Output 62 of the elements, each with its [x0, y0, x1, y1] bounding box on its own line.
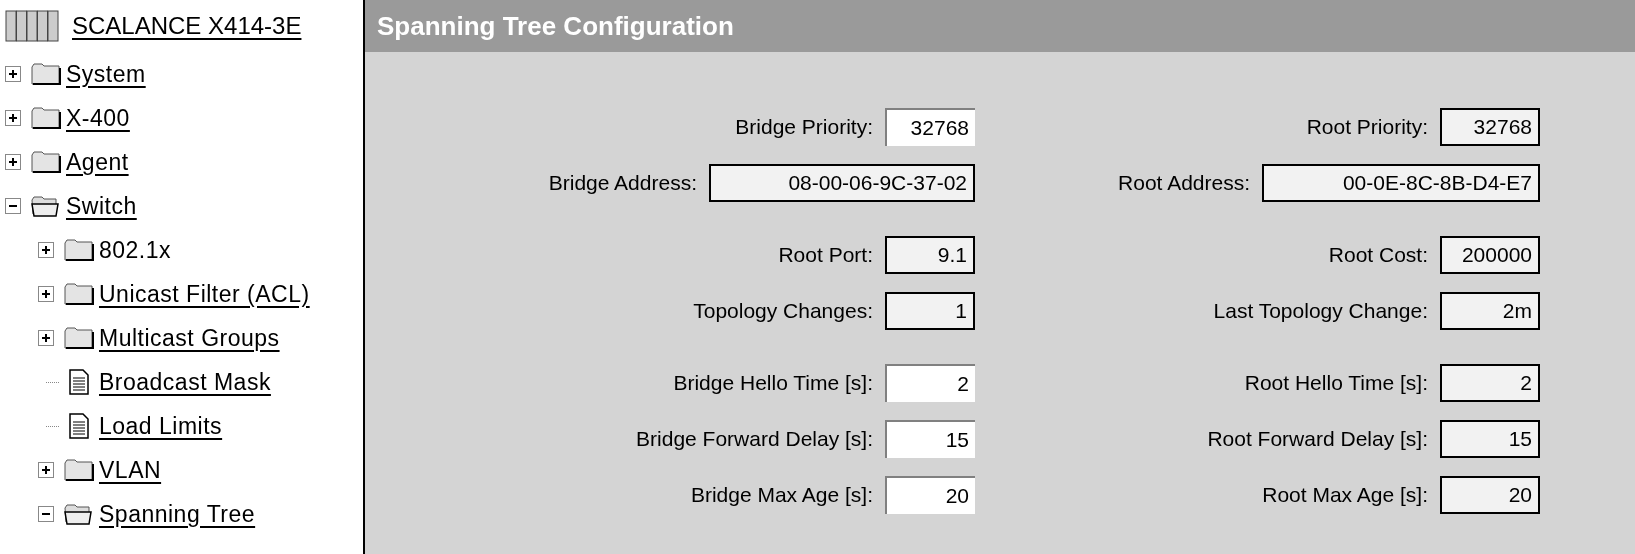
collapse-icon[interactable] [4, 197, 22, 215]
tree-link[interactable]: Spanning Tree [99, 496, 256, 532]
input-field[interactable]: 20 [885, 476, 975, 514]
document-icon [67, 369, 91, 395]
open-folder-icon [63, 502, 95, 526]
expand-icon[interactable] [37, 461, 55, 479]
document-icon [67, 413, 91, 439]
folder-icon [63, 238, 95, 262]
expand-icon[interactable] [37, 285, 55, 303]
folder-icon [30, 62, 62, 86]
input-field[interactable]: 2 [885, 364, 975, 402]
tree-link[interactable]: Agent [66, 144, 129, 180]
page-header: Spanning Tree Configuration [365, 0, 1635, 52]
tree-link[interactable]: Switch [66, 188, 137, 224]
tree-link[interactable]: Load Limits [99, 408, 223, 444]
field-label: Bridge Max Age [s]: [690, 482, 873, 509]
field-label: Root Cost: [1328, 242, 1428, 269]
folder-icon [30, 106, 62, 130]
field-label: Root Port: [778, 242, 873, 269]
collapse-icon[interactable] [37, 505, 55, 523]
expand-icon[interactable] [4, 65, 22, 83]
field-label: Root Address: [1118, 170, 1250, 197]
device-link[interactable]: SCALANCE X414-3E [72, 8, 302, 44]
input-field[interactable]: 32768 [1440, 108, 1540, 146]
tree-link[interactable]: VLAN [99, 452, 162, 488]
expand-icon[interactable] [4, 109, 22, 127]
field-label: Bridge Address: [548, 170, 697, 197]
tree-link[interactable]: X-400 [66, 100, 130, 136]
expand-icon[interactable] [4, 153, 22, 171]
input-field[interactable]: 15 [1440, 420, 1540, 458]
input-field[interactable]: 20 [1440, 476, 1540, 514]
input-field[interactable]: 15 [885, 420, 975, 458]
folder-icon [63, 326, 95, 350]
folder-icon [63, 282, 95, 306]
input-field[interactable]: 00-0E-8C-8B-D4-E7 [1262, 164, 1540, 202]
field-label: Root Hello Time [s]: [1244, 370, 1428, 397]
field-label: Root Max Age [s]: [1262, 482, 1428, 509]
input-field[interactable]: 2m [1440, 292, 1540, 330]
tree-link[interactable]: System [66, 56, 146, 92]
input-field[interactable]: 08-00-06-9C-37-02 [709, 164, 975, 202]
open-folder-icon [30, 194, 62, 218]
input-field[interactable]: 1 [885, 292, 975, 330]
tree-link[interactable]: Multicast Groups [99, 320, 280, 356]
folder-icon [30, 150, 62, 174]
input-field[interactable]: 200000 [1440, 236, 1540, 274]
field-label: Topology Changes: [693, 298, 873, 325]
device-icon [4, 9, 62, 43]
field-label: Bridge Forward Delay [s]: [636, 426, 873, 453]
field-label: Root Priority: [1306, 114, 1428, 141]
input-field[interactable]: 32768 [885, 108, 975, 146]
input-field[interactable]: 2 [1440, 364, 1540, 402]
field-label: Bridge Priority: [735, 114, 873, 141]
field-label: Root Forward Delay [s]: [1207, 426, 1428, 453]
folder-icon [63, 458, 95, 482]
tree-link[interactable]: 802.1x [99, 232, 172, 268]
input-field[interactable]: 9.1 [885, 236, 975, 274]
expand-icon[interactable] [37, 329, 55, 347]
field-label: Last Topology Change: [1213, 298, 1428, 325]
tree-link[interactable]: Broadcast Mask [99, 364, 271, 400]
field-label: Bridge Hello Time [s]: [673, 370, 873, 397]
tree-link[interactable]: Unicast Filter (ACL) [99, 276, 310, 312]
expand-icon[interactable] [37, 241, 55, 259]
